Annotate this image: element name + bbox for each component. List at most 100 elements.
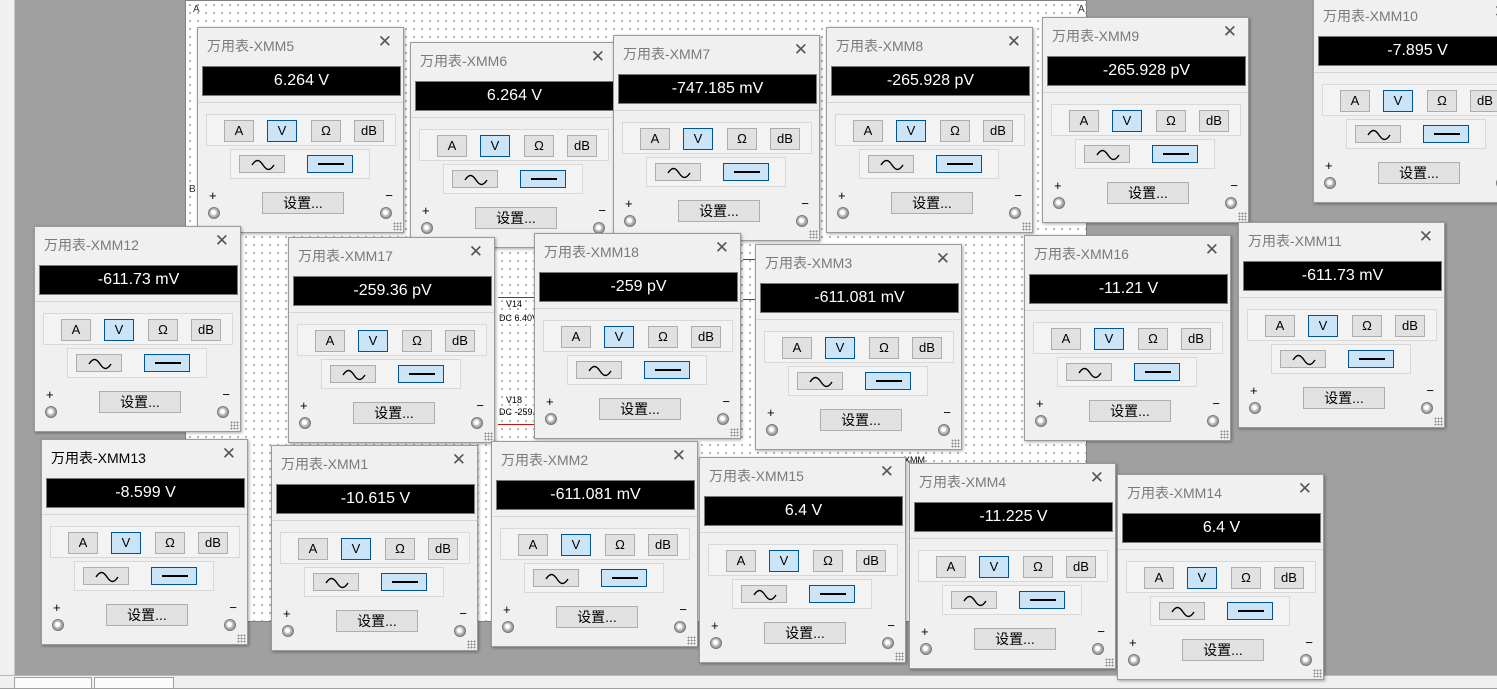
multimeter-window[interactable]: 万用表-XMM16 ✕ -11.21 V A V Ω dB + − 设置... bbox=[1024, 235, 1231, 441]
ammeter-button[interactable]: A bbox=[298, 538, 328, 560]
decibel-button[interactable]: dB bbox=[445, 330, 475, 352]
bottom-tab[interactable] bbox=[14, 677, 92, 689]
dc-mode-button[interactable] bbox=[151, 567, 197, 585]
ac-mode-button[interactable] bbox=[239, 155, 285, 173]
decibel-button[interactable]: dB bbox=[354, 120, 384, 142]
ammeter-button[interactable]: A bbox=[1265, 315, 1295, 337]
positive-terminal[interactable] bbox=[1324, 177, 1336, 189]
settings-button[interactable]: 设置... bbox=[353, 402, 435, 424]
ac-mode-button[interactable] bbox=[330, 365, 376, 383]
voltmeter-button[interactable]: V bbox=[604, 326, 634, 348]
resize-grip[interactable] bbox=[467, 640, 476, 649]
ammeter-button[interactable]: A bbox=[1340, 90, 1370, 112]
decibel-button[interactable]: dB bbox=[691, 326, 721, 348]
positive-terminal[interactable] bbox=[421, 222, 433, 234]
ammeter-button[interactable]: A bbox=[1069, 110, 1099, 132]
ammeter-button[interactable]: A bbox=[936, 556, 966, 578]
multimeter-window[interactable]: 万用表-XMM7 ✕ -747.185 mV A V Ω dB + − 设置..… bbox=[613, 35, 820, 241]
multimeter-window[interactable]: 万用表-XMM18 ✕ -259 pV A V Ω dB + − 设置... bbox=[534, 233, 741, 439]
ohmmeter-button[interactable]: Ω bbox=[311, 120, 341, 142]
ammeter-button[interactable]: A bbox=[640, 128, 670, 150]
ammeter-button[interactable]: A bbox=[315, 330, 345, 352]
wire[interactable] bbox=[498, 297, 538, 298]
multimeter-window[interactable]: 万用表-XMM10 ✕ -7.895 V A V Ω dB + − 设置... bbox=[1313, 0, 1497, 203]
dc-mode-button[interactable] bbox=[1423, 125, 1469, 143]
dc-mode-button[interactable] bbox=[144, 354, 190, 372]
decibel-button[interactable]: dB bbox=[428, 538, 458, 560]
dc-mode-button[interactable] bbox=[936, 155, 982, 173]
multimeter-window[interactable]: 万用表-XMM13 ✕ -8.599 V A V Ω dB + − 设置... bbox=[41, 439, 248, 645]
dc-mode-button[interactable] bbox=[865, 372, 911, 390]
ac-mode-button[interactable] bbox=[76, 354, 122, 372]
resize-grip[interactable] bbox=[687, 636, 696, 645]
ohmmeter-button[interactable]: Ω bbox=[1352, 315, 1382, 337]
settings-button[interactable]: 设置... bbox=[820, 409, 902, 431]
dc-mode-button[interactable] bbox=[520, 170, 566, 188]
positive-terminal[interactable] bbox=[837, 207, 849, 219]
ohmmeter-button[interactable]: Ω bbox=[605, 534, 635, 556]
decibel-button[interactable]: dB bbox=[1274, 567, 1304, 589]
ammeter-button[interactable]: A bbox=[726, 550, 756, 572]
ammeter-button[interactable]: A bbox=[224, 120, 254, 142]
close-icon[interactable]: ✕ bbox=[378, 33, 392, 50]
voltmeter-button[interactable]: V bbox=[683, 128, 713, 150]
close-icon[interactable]: ✕ bbox=[591, 48, 605, 65]
dc-mode-button[interactable] bbox=[1134, 363, 1180, 381]
multimeter-window[interactable]: 万用表-XMM12 ✕ -611.73 mV A V Ω dB + − 设置..… bbox=[34, 226, 241, 432]
decibel-button[interactable]: dB bbox=[1066, 556, 1096, 578]
decibel-button[interactable]: dB bbox=[191, 319, 221, 341]
decibel-button[interactable]: dB bbox=[1395, 315, 1425, 337]
voltmeter-button[interactable]: V bbox=[825, 337, 855, 359]
multimeter-window[interactable]: 万用表-XMM11 ✕ -611.73 mV A V Ω dB + − 设置..… bbox=[1238, 222, 1445, 428]
wire[interactable] bbox=[498, 424, 538, 425]
ohmmeter-button[interactable]: Ω bbox=[648, 326, 678, 348]
ammeter-button[interactable]: A bbox=[561, 326, 591, 348]
close-icon[interactable]: ✕ bbox=[1090, 469, 1104, 486]
ac-mode-button[interactable] bbox=[452, 170, 498, 188]
ac-mode-button[interactable] bbox=[83, 567, 129, 585]
close-icon[interactable]: ✕ bbox=[1298, 480, 1312, 497]
ammeter-button[interactable]: A bbox=[1144, 567, 1174, 589]
ammeter-button[interactable]: A bbox=[61, 319, 91, 341]
ohmmeter-button[interactable]: Ω bbox=[402, 330, 432, 352]
decibel-button[interactable]: dB bbox=[856, 550, 886, 572]
ohmmeter-button[interactable]: Ω bbox=[148, 319, 178, 341]
resize-grip[interactable] bbox=[1434, 417, 1443, 426]
ac-mode-button[interactable] bbox=[576, 361, 622, 379]
decibel-button[interactable]: dB bbox=[1470, 90, 1497, 112]
ac-mode-button[interactable] bbox=[1280, 350, 1326, 368]
multimeter-window[interactable]: 万用表-XMM17 ✕ -259.36 pV A V Ω dB + − 设置..… bbox=[288, 237, 495, 443]
close-icon[interactable]: ✕ bbox=[1007, 33, 1021, 50]
settings-button[interactable]: 设置... bbox=[599, 398, 681, 420]
negative-terminal[interactable] bbox=[938, 424, 950, 436]
ohmmeter-button[interactable]: Ω bbox=[869, 337, 899, 359]
ammeter-button[interactable]: A bbox=[1051, 328, 1081, 350]
positive-terminal[interactable] bbox=[545, 413, 557, 425]
ac-mode-button[interactable] bbox=[1066, 363, 1112, 381]
close-icon[interactable]: ✕ bbox=[880, 463, 894, 480]
close-icon[interactable]: ✕ bbox=[672, 447, 686, 464]
multimeter-window[interactable]: 万用表-XMM9 ✕ -265.928 pV A V Ω dB + − 设置..… bbox=[1042, 17, 1249, 223]
resize-grip[interactable] bbox=[730, 428, 739, 437]
negative-terminal[interactable] bbox=[882, 637, 894, 649]
ammeter-button[interactable]: A bbox=[782, 337, 812, 359]
resize-grip[interactable] bbox=[230, 421, 239, 430]
negative-terminal[interactable] bbox=[1300, 654, 1312, 666]
negative-terminal[interactable] bbox=[1009, 207, 1021, 219]
negative-terminal[interactable] bbox=[1421, 402, 1433, 414]
multimeter-window[interactable]: 万用表-XMM15 ✕ 6.4 V A V Ω dB + − 设置... bbox=[699, 457, 906, 663]
voltmeter-button[interactable]: V bbox=[1112, 110, 1142, 132]
close-icon[interactable]: ✕ bbox=[936, 250, 950, 267]
settings-button[interactable]: 设置... bbox=[106, 604, 188, 626]
close-icon[interactable]: ✕ bbox=[215, 232, 229, 249]
voltmeter-button[interactable]: V bbox=[480, 135, 510, 157]
settings-button[interactable]: 设置... bbox=[336, 610, 418, 632]
dc-mode-button[interactable] bbox=[1152, 145, 1198, 163]
close-icon[interactable]: ✕ bbox=[222, 445, 236, 462]
dc-mode-button[interactable] bbox=[601, 569, 647, 587]
ammeter-button[interactable]: A bbox=[437, 135, 467, 157]
resize-grip[interactable] bbox=[951, 439, 960, 448]
voltmeter-button[interactable]: V bbox=[1094, 328, 1124, 350]
voltmeter-button[interactable]: V bbox=[561, 534, 591, 556]
multimeter-window[interactable]: 万用表-XMM6 ✕ 6.264 V A V Ω dB + − 设置... bbox=[410, 42, 617, 248]
